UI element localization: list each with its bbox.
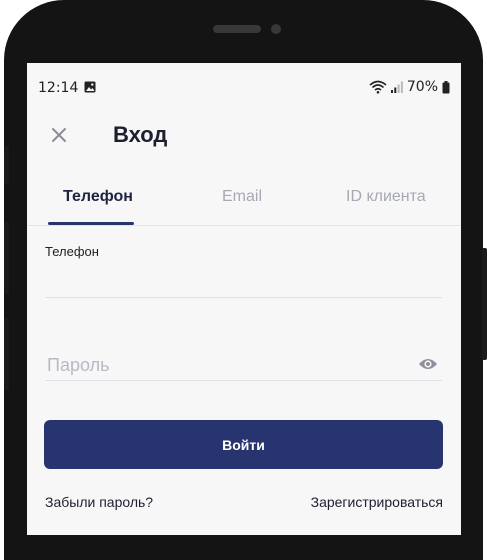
status-time: 12:14 xyxy=(38,80,79,96)
side-button xyxy=(4,146,9,184)
phone-field-label: Телефон xyxy=(45,244,99,259)
register-link[interactable]: Зарегистрироваться xyxy=(311,494,443,510)
front-camera xyxy=(271,24,281,34)
side-button xyxy=(4,318,9,390)
battery-percent: 70% xyxy=(406,79,438,95)
app-bar: Вход xyxy=(27,113,461,161)
status-right-group: 70% xyxy=(369,79,450,95)
phone-field-underline xyxy=(45,297,442,298)
phone-input[interactable] xyxy=(45,268,446,296)
login-screen: 12:14 70% Вход Телефон Email ID клиента … xyxy=(27,63,461,535)
login-button[interactable]: Войти xyxy=(44,420,443,469)
signal-icon xyxy=(390,81,403,93)
tab-phone[interactable]: Телефон xyxy=(63,188,133,206)
page-title: Вход xyxy=(113,122,168,147)
active-tab-indicator xyxy=(48,222,134,225)
password-input[interactable] xyxy=(45,351,409,379)
tab-client-id[interactable]: ID клиента xyxy=(346,188,426,206)
eye-icon[interactable] xyxy=(418,356,438,372)
battery-icon xyxy=(442,80,450,93)
status-bar: 12:14 70% xyxy=(27,63,461,113)
password-field-underline xyxy=(45,380,442,381)
login-method-tabs: Телефон Email ID клиента xyxy=(27,180,461,226)
forgot-password-link[interactable]: Забыли пароль? xyxy=(45,494,153,510)
side-button xyxy=(4,222,9,294)
wifi-icon xyxy=(369,80,387,94)
image-icon xyxy=(84,81,96,93)
tab-email[interactable]: Email xyxy=(222,188,262,206)
side-button xyxy=(482,248,487,360)
close-icon[interactable] xyxy=(49,125,69,145)
speaker-grille xyxy=(213,25,261,33)
